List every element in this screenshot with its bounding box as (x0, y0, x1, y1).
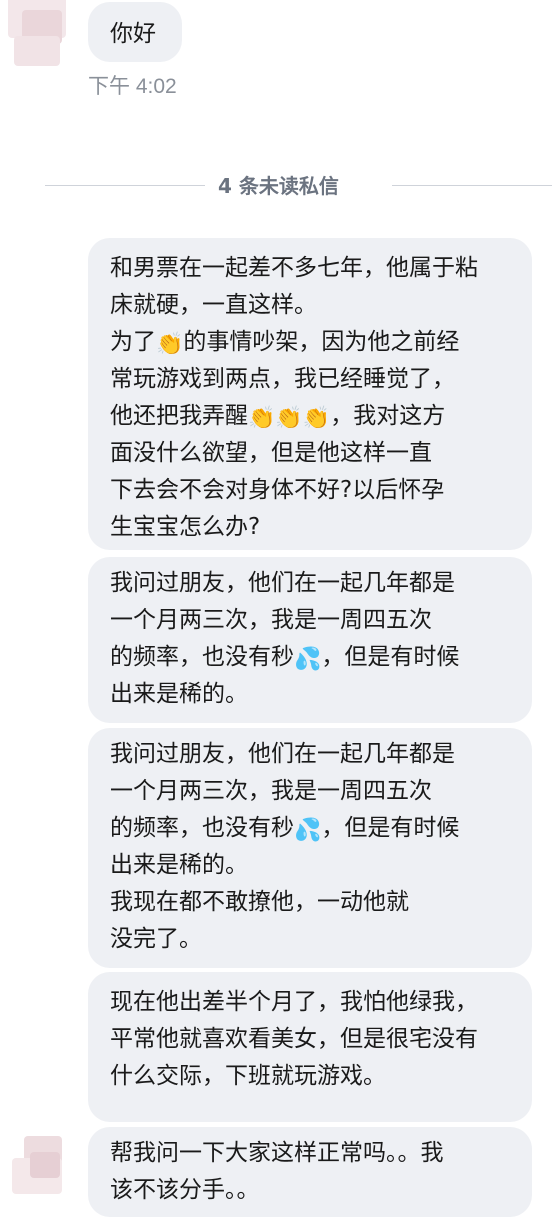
message-line: 我现在都不敢撩他，一动他就 (110, 889, 409, 915)
message-line: 没完了。 (110, 926, 202, 952)
message-bubble[interactable]: 我问过朋友，他们在一起几年都是 一个月两三次，我是一周四五次 的频率，也没有秒💦… (88, 728, 532, 968)
message-text: 的事情吵架，因为他之前经 (183, 329, 460, 355)
message-line: 该不该分手。。 (110, 1177, 260, 1203)
message-line: 面没什么欲望，但是他这样一直 (110, 440, 432, 466)
message-line: 出来是稀的。 (110, 681, 248, 707)
message-text: 你好 (110, 21, 156, 47)
message-text: ，我对这方 (330, 403, 446, 429)
clapping-hands-icon: 👏 (302, 406, 331, 431)
message-line: 床就硬，一直这样。 (110, 292, 317, 318)
message-text: 他还把我弄醒 (110, 403, 248, 429)
message-line: 帮我问一下大家这样正常吗。。我 (110, 1140, 444, 1166)
message-line: 一个月两三次，我是一周四五次 (110, 607, 432, 633)
message-line: 什么交际，下班就玩游戏。 (110, 1063, 386, 1089)
avatar[interactable] (0, 0, 70, 68)
message-bubble[interactable]: 现在他出差半个月了，我怕他绿我， 平常他就喜欢看美女，但是很宅没有 什么交际，下… (88, 972, 532, 1122)
message-line: 为了👏的事情吵架，因为他之前经 (110, 324, 532, 361)
avatar[interactable] (0, 1132, 70, 1200)
message-line: 出来是稀的。 (110, 852, 248, 878)
clapping-hands-icon: 👏 (248, 406, 276, 431)
message-text: ，但是有时候 (321, 644, 460, 670)
message-line: 常玩游戏到两点，我已经睡觉了， (110, 366, 455, 392)
clapping-hands-icon: 👏 (156, 332, 184, 357)
sweat-droplets-icon: 💦 (294, 647, 322, 672)
message-line: 的频率，也没有秒💦，但是有时候 (110, 639, 532, 676)
message-text: 的频率，也没有秒 (110, 644, 294, 670)
clapping-hands-icon: 👏 (275, 406, 303, 431)
message-bubble[interactable]: 和男票在一起差不多七年，他属于粘 床就硬，一直这样。 为了👏的事情吵架，因为他之… (88, 238, 532, 550)
unread-divider: 4 条未读私信 (0, 170, 557, 202)
message-line: 他还把我弄醒👏👏👏，我对这方 (110, 398, 532, 435)
message-line: 现在他出差半个月了，我怕他绿我， (110, 989, 478, 1015)
unread-count-label: 4 条未读私信 (218, 174, 339, 198)
sweat-droplets-icon: 💦 (294, 818, 322, 843)
message-timestamp: 下午 4:02 (88, 75, 177, 98)
message-line: 一个月两三次，我是一周四五次 (110, 778, 432, 804)
message-text: 为了 (110, 329, 156, 355)
message-line: 的频率，也没有秒💦，但是有时候 (110, 810, 532, 847)
message-line: 和男票在一起差不多七年，他属于粘 (110, 255, 478, 281)
message-line: 平常他就喜欢看美女，但是很宅没有 (110, 1026, 478, 1052)
message-line: 我问过朋友，他们在一起几年都是 (110, 741, 455, 767)
message-bubble[interactable]: 我问过朋友，他们在一起几年都是 一个月两三次，我是一周四五次 的频率，也没有秒💦… (88, 557, 532, 723)
message-bubble[interactable]: 你好 (88, 2, 182, 62)
message-bubble[interactable]: 帮我问一下大家这样正常吗。。我 该不该分手。。 (88, 1127, 532, 1217)
message-text: ，但是有时候 (321, 815, 460, 841)
message-line: 我问过朋友，他们在一起几年都是 (110, 570, 455, 596)
message-text: 的频率，也没有秒 (110, 815, 294, 841)
message-line: 下去会不会对身体不好?以后怀孕 (110, 477, 445, 503)
message-line: 生宝宝怎么办? (110, 514, 261, 540)
